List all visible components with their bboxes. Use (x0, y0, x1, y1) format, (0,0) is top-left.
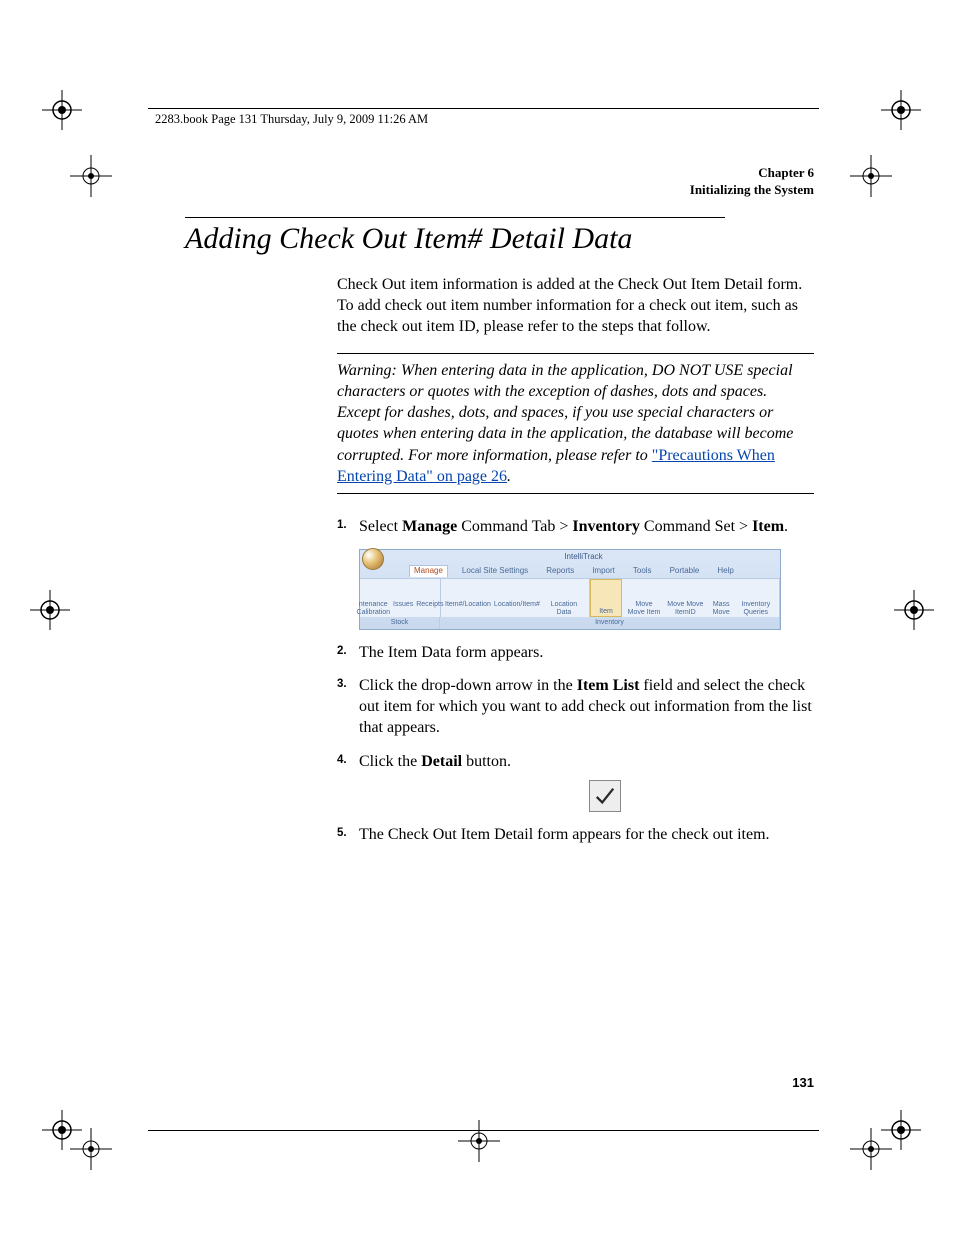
tab-import: Import (588, 566, 619, 577)
step-2: 2. The Item Data form appears. (337, 642, 814, 663)
intro-paragraph: Check Out item information is added at t… (337, 274, 814, 337)
step-number: 4. (337, 753, 347, 768)
office-button-icon (362, 548, 384, 570)
step-3: 3. Click the drop-down arrow in the Item… (337, 675, 814, 738)
crop-mark-icon (42, 90, 82, 130)
step-number: 5. (337, 826, 347, 841)
app-title: IntelliTrack (387, 550, 780, 564)
warning-block: Warning: When entering data in the appli… (337, 353, 814, 494)
checkmark-icon (589, 780, 621, 812)
registration-mark-icon (70, 155, 112, 202)
registration-mark-icon (850, 155, 892, 202)
chapter-number: Chapter 6 (758, 165, 814, 180)
ribbon-screenshot: IntelliTrack Manage Local Site Settings … (359, 549, 814, 630)
step-number: 2. (337, 644, 347, 659)
registration-mark-icon (458, 1120, 500, 1167)
tab-reports: Reports (542, 566, 578, 577)
step-number: 1. (337, 518, 347, 533)
crop-mark-icon (30, 590, 70, 630)
header-crop-text: 2283.book Page 131 Thursday, July 9, 200… (155, 112, 428, 127)
crop-mark-icon (881, 90, 921, 130)
step-1: 1. Select Manage Command Tab > Inventory… (337, 516, 814, 630)
page-number: 131 (792, 1075, 814, 1090)
section-rule (185, 217, 725, 218)
header-rule (148, 108, 819, 109)
tab-help: Help (713, 566, 737, 577)
warning-suffix: . (507, 468, 511, 485)
step-number: 3. (337, 677, 347, 692)
tab-manage: Manage (409, 565, 448, 577)
step-4: 4. Click the Detail button. (337, 751, 814, 812)
crop-mark-icon (881, 1110, 921, 1150)
footer-rule (148, 1130, 819, 1131)
chapter-title: Initializing the System (690, 182, 814, 197)
crop-mark-icon (894, 590, 934, 630)
tab-portable: Portable (666, 566, 704, 577)
tab-local-site-settings: Local Site Settings (458, 566, 532, 577)
group-label-stock: Stock (360, 617, 440, 629)
step-5: 5. The Check Out Item Detail form appear… (337, 824, 814, 845)
crop-mark-icon (42, 1110, 82, 1150)
chapter-label: Chapter 6 Initializing the System (185, 165, 814, 199)
tab-tools: Tools (629, 566, 656, 577)
ribbon-tabs: Manage Local Site Settings Reports Impor… (387, 564, 780, 578)
section-title: Adding Check Out Item# Detail Data (185, 222, 814, 256)
group-label-inventory: Inventory (440, 617, 780, 629)
